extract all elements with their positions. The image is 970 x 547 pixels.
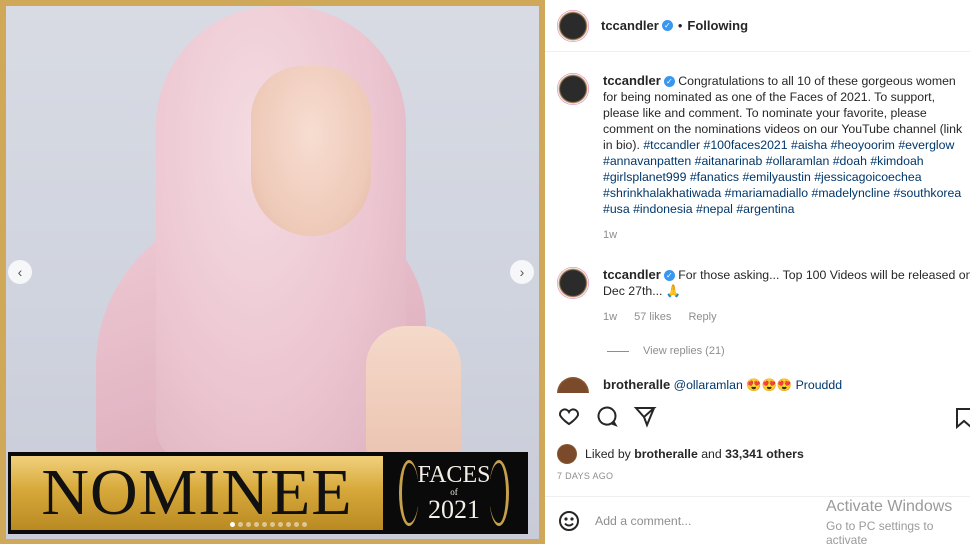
- liked-others[interactable]: 33,341 others: [725, 447, 804, 461]
- avatar[interactable]: [557, 444, 577, 464]
- add-comment-input[interactable]: [595, 513, 795, 528]
- chevron-left-icon[interactable]: ‹: [8, 260, 32, 284]
- post-date[interactable]: 7 DAYS AGO: [557, 471, 613, 481]
- comment-meta: 1w: [603, 227, 970, 243]
- post-actions-bar: [557, 400, 967, 432]
- watermark-line1: Activate Windows: [826, 498, 953, 515]
- caption-text: tccandler ✓ Congratulations to all 10 of …: [603, 73, 970, 243]
- separator-dot: •: [677, 18, 683, 33]
- comment-text: tccandler ✓ For those asking... Top 100 V…: [603, 267, 970, 325]
- liked-prefix: Liked by: [585, 447, 631, 461]
- view-replies-button[interactable]: View replies (21): [607, 345, 725, 357]
- bookmark-icon[interactable]: [952, 406, 970, 430]
- comment-time: 1w: [603, 311, 618, 323]
- comment-time: 1w: [603, 229, 618, 241]
- heart-icon[interactable]: [557, 404, 581, 428]
- verified-badge-icon: ✓: [661, 20, 673, 31]
- avatar[interactable]: [557, 377, 589, 393]
- header-username[interactable]: tccandler: [601, 18, 659, 33]
- comment-item: tccandler ✓ For those asking... Top 100 V…: [557, 267, 970, 325]
- hashtag-links[interactable]: #tccandler #100faces2021 #aisha #heoyoor…: [603, 138, 961, 216]
- comment-username[interactable]: tccandler: [603, 73, 661, 88]
- badge-year: 2021: [428, 495, 480, 524]
- liked-user[interactable]: brotheralle: [634, 447, 698, 461]
- comment-username[interactable]: tccandler: [603, 267, 661, 282]
- laurel-left-icon: [399, 460, 419, 526]
- avatar[interactable]: [557, 9, 589, 42]
- avatar[interactable]: [557, 267, 589, 299]
- divider: [607, 350, 629, 352]
- following-button[interactable]: Following: [687, 18, 748, 33]
- view-replies-label: View replies (21): [643, 345, 725, 357]
- comments-list[interactable]: tccandler ✓ Congratulations to all 10 of …: [545, 53, 970, 393]
- verified-badge-icon: ✓: [663, 270, 675, 282]
- faces-2021-badge: FACES of 2021: [383, 456, 525, 530]
- comment-meta: 1w 57 likes Reply: [603, 309, 970, 325]
- liked-by: Liked by brotheralle and 33,341 others: [557, 444, 804, 464]
- face: [251, 66, 371, 236]
- post-image-frame: ‹ › NOMINEE FACES of 2021: [0, 0, 545, 544]
- liked-middle: and: [701, 447, 722, 461]
- paper-plane-icon[interactable]: [633, 404, 657, 428]
- comment-text: brotheralle @ollaramlan 😍😍😍 Prouddd: [603, 377, 970, 393]
- verified-badge-icon: ✓: [663, 76, 675, 88]
- comment-likes[interactable]: 57 likes: [634, 311, 671, 323]
- badge-title: FACES: [417, 462, 491, 488]
- post-header: tccandler ✓ • Following: [545, 0, 970, 52]
- reply-button[interactable]: Reply: [688, 311, 716, 323]
- comment-body: @ollaramlan 😍😍😍 Prouddd: [673, 378, 843, 392]
- chevron-right-icon[interactable]: ›: [510, 260, 534, 284]
- laurel-right-icon: [489, 460, 509, 526]
- activate-windows-watermark: Activate Windows Go to PC settings to ac…: [826, 498, 970, 547]
- comment-username[interactable]: brotheralle: [603, 377, 670, 392]
- nominee-text: NOMINEE: [11, 456, 383, 530]
- comment-icon[interactable]: [595, 404, 619, 428]
- comment-item: brotheralle @ollaramlan 😍😍😍 Prouddd: [557, 377, 970, 393]
- post-details-panel: tccandler ✓ • Following tccandler ✓ Congr…: [545, 0, 970, 544]
- hands: [366, 326, 461, 466]
- avatar[interactable]: [557, 73, 589, 105]
- watermark-line2: Go to PC settings to activate: [826, 519, 934, 547]
- smiley-icon[interactable]: [557, 509, 581, 533]
- carousel-dots: [230, 522, 307, 527]
- caption-comment: tccandler ✓ Congratulations to all 10 of …: [557, 73, 970, 243]
